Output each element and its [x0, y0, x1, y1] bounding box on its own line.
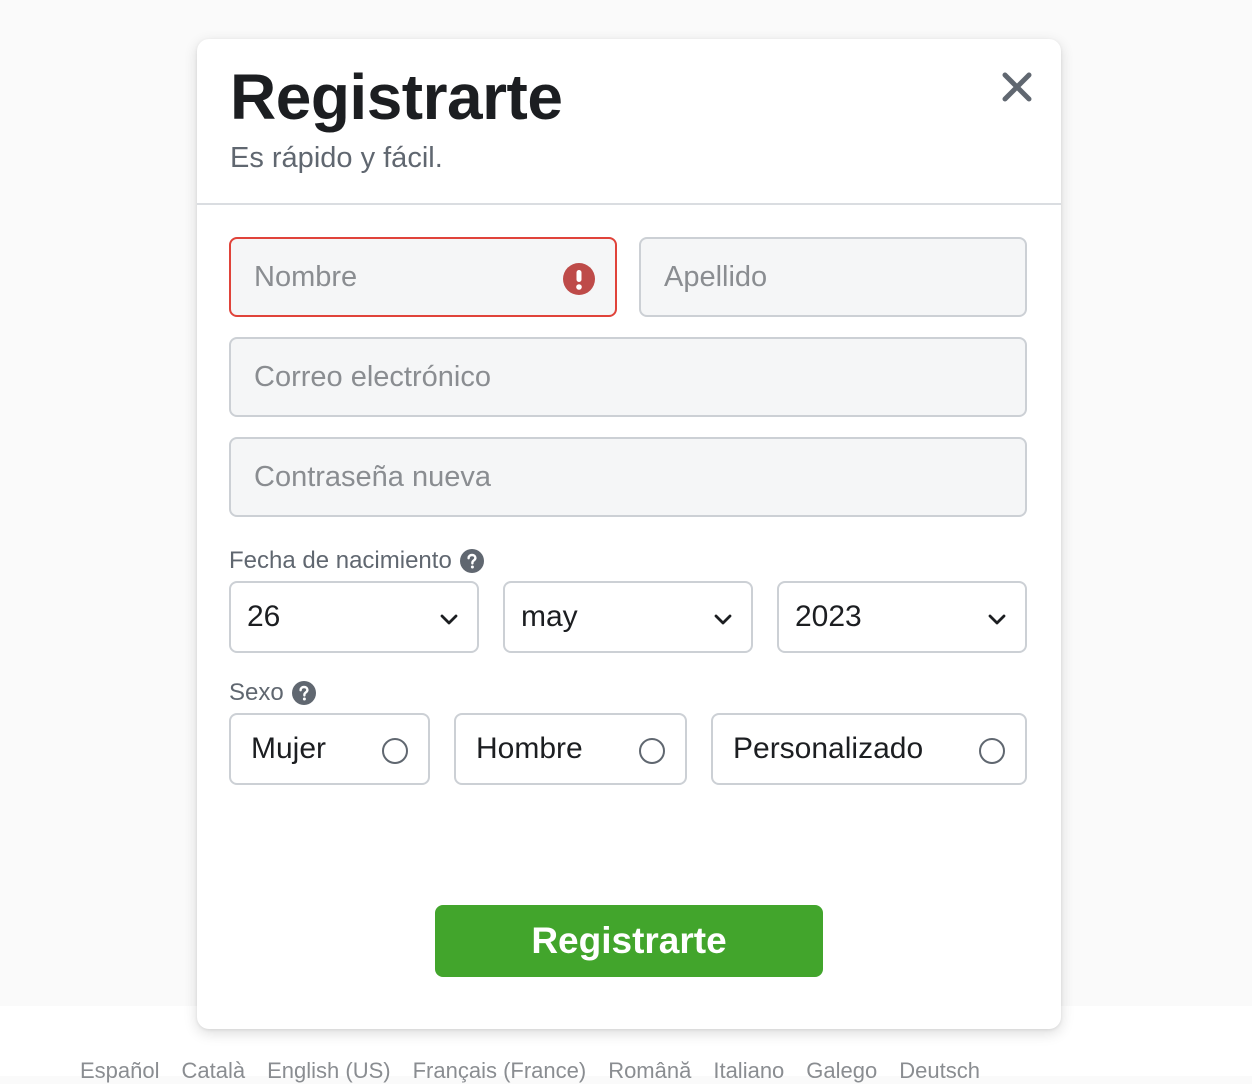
birthday-month-select[interactable]: may — [503, 581, 753, 653]
birthday-label: Fecha de nacimiento — [229, 547, 484, 575]
help-icon[interactable] — [459, 549, 484, 573]
birthday-day-select[interactable]: 26 — [229, 581, 479, 653]
first-name-field[interactable]: Nombre — [229, 237, 617, 317]
radio-button[interactable] — [382, 738, 408, 764]
birthday-month-value: may — [521, 600, 578, 633]
language-link[interactable]: Italiano — [713, 1058, 784, 1084]
error-icon — [563, 263, 595, 295]
language-link[interactable]: Galego — [806, 1058, 877, 1084]
language-link[interactable]: Deutsch — [899, 1058, 980, 1084]
language-link[interactable]: English (US) — [267, 1058, 390, 1084]
gender-label-text: Sexo — [229, 679, 284, 706]
close-button[interactable] — [993, 63, 1041, 111]
password-field[interactable]: Contraseña nueva — [229, 437, 1027, 517]
gender-option-mujer[interactable]: Mujer — [229, 713, 430, 785]
gender-option-label: Hombre — [476, 732, 583, 765]
language-link[interactable]: Català — [182, 1058, 246, 1084]
language-link[interactable]: Français (France) — [413, 1058, 587, 1084]
modal-title: Registrarte — [230, 61, 563, 133]
header-divider — [197, 203, 1061, 205]
chevron-down-icon — [988, 614, 1006, 625]
chevron-down-icon — [440, 614, 458, 625]
help-icon[interactable] — [291, 681, 316, 705]
close-icon — [1002, 72, 1032, 102]
gender-option-label: Mujer — [251, 732, 327, 765]
last-name-field[interactable]: Apellido — [639, 237, 1027, 317]
email-placeholder: Correo electrónico — [254, 360, 491, 393]
birthday-year-select[interactable]: 2023 — [777, 581, 1027, 653]
gender-option-personalizado[interactable]: Personalizado — [711, 713, 1027, 785]
radio-button[interactable] — [639, 738, 665, 764]
language-link[interactable]: Español — [80, 1058, 160, 1084]
chevron-down-icon — [714, 614, 732, 625]
modal-subtitle: Es rápido y fácil. — [230, 142, 443, 174]
last-name-placeholder: Apellido — [664, 260, 768, 293]
email-field[interactable]: Correo electrónico — [229, 337, 1027, 417]
birthday-label-text: Fecha de nacimiento — [229, 547, 452, 574]
language-links: Español Català English (US) Français (Fr… — [80, 1058, 980, 1084]
gender-option-hombre[interactable]: Hombre — [454, 713, 687, 785]
gender-label: Sexo — [229, 679, 316, 707]
password-placeholder: Contraseña nueva — [254, 460, 491, 493]
gender-option-label: Personalizado — [733, 732, 924, 765]
signup-submit-button[interactable]: Registrarte — [435, 905, 823, 977]
birthday-day-value: 26 — [247, 600, 281, 633]
radio-button[interactable] — [979, 738, 1005, 764]
first-name-placeholder: Nombre — [254, 260, 358, 293]
birthday-year-value: 2023 — [795, 600, 862, 633]
signup-modal: Registrarte Es rápido y fácil. Nombre Ap… — [197, 39, 1061, 1029]
language-link[interactable]: Română — [608, 1058, 691, 1084]
